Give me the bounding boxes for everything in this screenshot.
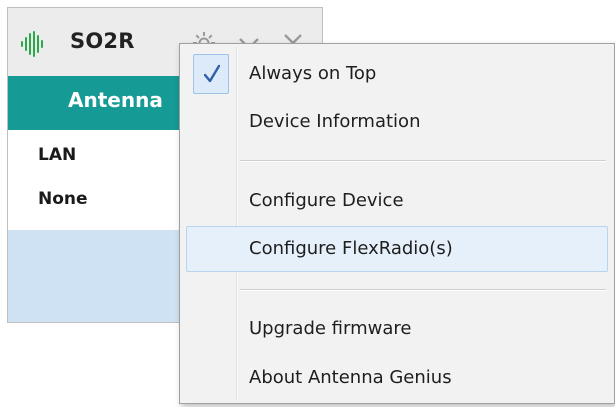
menu-item-label: About Antenna Genius [249,367,452,388]
menu-separator [240,160,606,162]
menu-item-label: Device Information [249,111,421,132]
context-menu: Always on Top Device Information Configu… [179,43,615,404]
menu-item-label: Upgrade firmware [249,318,412,339]
menu-item-label: Always on Top [249,63,377,84]
waveform-icon [21,31,43,57]
menu-item-label: Configure FlexRadio(s) [249,238,453,259]
menu-item-device-information[interactable]: Device Information [186,99,608,145]
menu-item-about[interactable]: About Antenna Genius [186,355,608,401]
menu-item-upgrade-firmware[interactable]: Upgrade firmware [186,306,608,352]
connection-label: LAN [38,145,77,165]
menu-item-label: Configure Device [249,190,404,211]
antenna-selection-label: None [38,189,88,209]
screen: SO2R Antenna LAN None Always on Top Devi… [0,0,615,407]
menu-item-always-on-top[interactable]: Always on Top [186,51,608,97]
antenna-header-label: Antenna [68,88,163,112]
menu-item-configure-flexradios[interactable]: Configure FlexRadio(s) [186,226,608,272]
menu-separator [240,289,606,291]
menu-item-configure-device[interactable]: Configure Device [186,178,608,224]
checkmark-icon [204,64,220,83]
app-title: SO2R [70,29,135,53]
check-box [193,54,229,94]
